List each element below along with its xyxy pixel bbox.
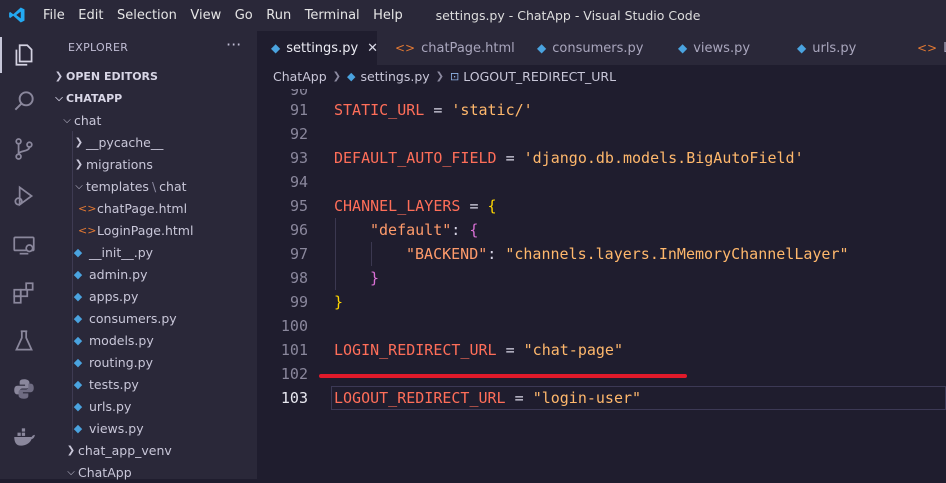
project-section[interactable]: ⌵ CHATAPP — [48, 87, 257, 109]
python-file-icon: ◆ — [73, 333, 83, 347]
more-actions-icon[interactable]: ··· — [226, 35, 241, 54]
tree-item-init-py[interactable]: ◆ __init__.py — [48, 241, 257, 263]
remote-explorer-icon[interactable] — [10, 231, 38, 259]
chevron-right-icon: ❯ — [332, 71, 342, 82]
explorer-icon[interactable] — [10, 41, 38, 69]
html-file-icon: <> — [395, 41, 416, 55]
python-file-icon: ◆ — [73, 267, 83, 281]
code-line-96: 96 "default": { — [289, 221, 479, 239]
chevron-right-icon: ❯ — [66, 444, 76, 456]
tree-item-chatapp[interactable]: ⌵ ChatApp — [48, 461, 257, 483]
code-line-95: 95 CHANNEL_LAYERS = { — [289, 197, 497, 215]
chevron-down-icon: ⌵ — [67, 466, 75, 478]
tree-item-views-py[interactable]: ◆ views.py — [48, 417, 257, 439]
activity-bar — [0, 31, 48, 479]
path-separator: \ — [151, 178, 157, 194]
code-line-94: 94 — [289, 173, 308, 191]
title-bar: File Edit Selection View Go Run Terminal… — [0, 0, 946, 31]
close-icon[interactable]: ✕ — [367, 41, 378, 56]
tree-item-tests-py[interactable]: ◆ tests.py — [48, 373, 257, 395]
explorer-title: EXPLORER — [68, 41, 129, 54]
tree-item-templates[interactable]: ⌵ templates \ chat — [48, 175, 257, 197]
python-file-icon: ◆ — [73, 355, 83, 369]
open-editors-section[interactable]: ❯ OPEN EDITORS — [48, 65, 257, 87]
tree-item-admin-py[interactable]: ◆ admin.py — [48, 263, 257, 285]
red-underline-annotation — [319, 374, 687, 378]
tree-item-chatpage-html[interactable]: <> chatPage.html — [48, 197, 257, 219]
tree-item-consumers-py[interactable]: ◆ consumers.py — [48, 307, 257, 329]
tree-item-pycache[interactable]: ❯ __pycache__ — [48, 131, 257, 153]
tab-chatpage-html[interactable]: <> chatPage.html — [381, 31, 515, 65]
extensions-icon[interactable] — [10, 279, 38, 307]
tab-bar: ◆ settings.py ✕ <> chatPage.html ◆ consu… — [257, 31, 946, 65]
tree-item-urls-py[interactable]: ◆ urls.py — [48, 395, 257, 417]
breadcrumb: ChatApp ❯ ◆ settings.py ❯ ⊡ LOGOUT_REDIR… — [273, 69, 616, 84]
code-line-99: 99 } — [289, 293, 344, 311]
chevron-right-icon: ❯ — [74, 136, 84, 148]
chevron-right-icon: ❯ — [435, 71, 445, 82]
symbol-constant-icon: ⊡ — [450, 70, 460, 83]
python-file-icon: ◆ — [73, 289, 83, 303]
tree-item-apps-py[interactable]: ◆ apps.py — [48, 285, 257, 307]
code-line-97: 97 "BACKEND": "channels.layers.InMemoryC… — [289, 245, 849, 263]
code-line-92: 92 — [289, 125, 308, 143]
python-file-icon: ◆ — [537, 41, 547, 55]
python-file-icon: ◆ — [271, 41, 281, 55]
code-line-101: 101 LOGIN_REDIRECT_URL = "chat-page" — [280, 341, 623, 359]
python-file-icon: ◆ — [73, 377, 83, 391]
python-file-icon: ◆ — [678, 41, 688, 55]
html-file-icon: <> — [78, 223, 97, 237]
code-line-93: 93 DEFAULT_AUTO_FIELD = 'django.db.model… — [289, 149, 804, 167]
explorer-sidebar: EXPLORER ··· ❯ OPEN EDITORS ⌵ CHATAPP ⌵ … — [48, 31, 257, 480]
python-file-icon: ◆ — [73, 421, 83, 435]
tree-item-chat-app-venv[interactable]: ❯ chat_app_venv — [48, 439, 257, 461]
tab-consumers-py[interactable]: ◆ consumers.py — [523, 31, 643, 65]
html-file-icon: <> — [78, 201, 97, 215]
chevron-right-icon: ❯ — [74, 158, 84, 170]
tree-item-migrations[interactable]: ❯ migrations — [48, 153, 257, 175]
python-file-icon: ◆ — [797, 41, 807, 55]
window-title: settings.py - ChatApp - Visual Studio Co… — [435, 8, 701, 23]
code-line-103: 103 LOGOUT_REDIRECT_URL = "login-user" — [280, 389, 642, 407]
html-file-icon: <> — [917, 41, 938, 55]
chevron-right-icon: ❯ — [54, 70, 64, 82]
testing-icon[interactable] — [10, 327, 38, 355]
active-indicator — [0, 37, 2, 73]
python-file-icon: ◆ — [73, 245, 83, 259]
breadcrumb-folder[interactable]: ChatApp — [273, 69, 327, 84]
tree-item-loginpage-html[interactable]: <> LoginPage.html — [48, 219, 257, 241]
search-icon[interactable] — [10, 87, 38, 115]
python-file-icon: ◆ — [347, 70, 356, 83]
tree-item-routing-py[interactable]: ◆ routing.py — [48, 351, 257, 373]
chevron-down-icon: ⌵ — [75, 180, 83, 192]
python-file-icon: ◆ — [73, 311, 83, 325]
chevron-down-icon: ⌵ — [55, 92, 63, 104]
breadcrumb-symbol[interactable]: LOGOUT_REDIRECT_URL — [463, 69, 616, 84]
python-file-icon: ◆ — [73, 399, 83, 413]
tab-loginpage-html[interactable]: <> Lo — [903, 31, 946, 65]
chevron-down-icon: ⌵ — [63, 114, 71, 126]
tree-item-models-py[interactable]: ◆ models.py — [48, 329, 257, 351]
code-line-100: 100 — [280, 317, 308, 335]
editor-area: ◆ settings.py ✕ <> chatPage.html ◆ consu… — [257, 31, 946, 479]
run-debug-icon[interactable] — [10, 182, 38, 210]
tab-views-py[interactable]: ◆ views.py — [664, 31, 750, 65]
code-line-91: 91 STATIC_URL = 'static/' — [289, 101, 533, 119]
python-icon[interactable] — [10, 375, 38, 403]
tab-settings-py[interactable]: ◆ settings.py ✕ — [257, 31, 378, 65]
docker-icon[interactable] — [10, 423, 38, 451]
tree-item-chat[interactable]: ⌵ chat — [48, 109, 257, 131]
breadcrumb-file[interactable]: settings.py — [361, 69, 430, 84]
tab-urls-py[interactable]: ◆ urls.py — [783, 31, 856, 65]
source-control-icon[interactable] — [10, 135, 38, 163]
code-line-98: 98 } — [289, 269, 380, 287]
